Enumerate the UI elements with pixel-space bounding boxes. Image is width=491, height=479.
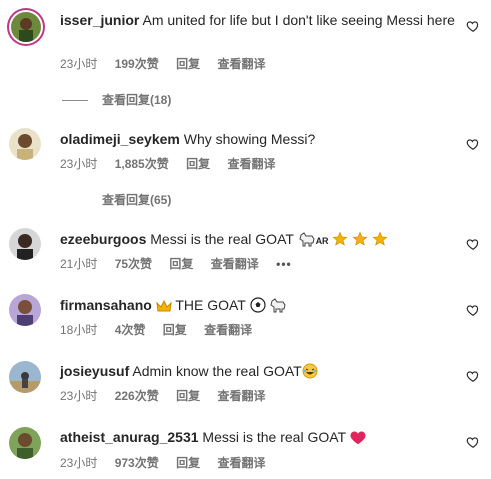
translate-button[interactable]: 查看翻译: [217, 456, 265, 470]
comment-body: Am united for life but I don't like seei…: [142, 12, 455, 28]
avatar[interactable]: [9, 361, 41, 393]
comment-likes[interactable]: 226次赞: [115, 389, 159, 403]
avatar[interactable]: [9, 427, 41, 459]
translate-button[interactable]: 查看翻译: [217, 57, 265, 71]
comment-time: 18小时: [60, 323, 98, 337]
comment-meta: 21小时 75次赞 回复 查看翻译 •••: [60, 255, 306, 272]
comment-text: isser_junior Am united for life but I do…: [60, 11, 455, 29]
heart-outline-icon[interactable]: [466, 237, 480, 251]
translate-button[interactable]: 查看翻译: [227, 157, 275, 171]
translate-button[interactable]: 查看翻译: [211, 257, 259, 271]
comment-time: 21小时: [60, 257, 98, 271]
comment-text: firmansahano THE GOAT: [60, 296, 455, 314]
view-replies-button[interactable]: 查看回复(65): [62, 191, 171, 208]
reply-button[interactable]: 回复: [176, 456, 200, 470]
comment-text: oladimeji_seykem Why showing Messi?: [60, 130, 455, 148]
comment-meta: 23小时 226次赞 回复 查看翻译: [60, 387, 279, 404]
comment-likes[interactable]: 1,885次赞: [115, 157, 169, 171]
comment-meta: 23小时 199次赞 回复 查看翻译: [60, 55, 279, 72]
comment-username[interactable]: josieyusuf: [60, 363, 129, 379]
view-replies-button[interactable]: 查看回复(18): [62, 91, 171, 108]
comment-likes[interactable]: 199次赞: [115, 57, 159, 71]
laughing-face-emoji: [302, 363, 318, 379]
view-replies-label[interactable]: 查看回复(65): [102, 193, 171, 207]
goat-emoji: [298, 232, 315, 247]
replies-divider: [62, 100, 88, 102]
reply-button[interactable]: 回复: [163, 323, 187, 337]
reply-button[interactable]: 回复: [176, 57, 200, 71]
comment-time: 23小时: [60, 456, 98, 470]
comment-time: 23小时: [60, 389, 98, 403]
comment-text: ezeeburgoos Messi is the real GOAT AR: [60, 230, 455, 250]
comment-body: THE GOAT: [175, 297, 246, 313]
comment-body: Messi is the real GOAT: [202, 429, 346, 445]
avatar[interactable]: [9, 228, 41, 260]
translate-button[interactable]: 查看翻译: [217, 389, 265, 403]
comment-likes[interactable]: 4次赞: [115, 323, 146, 337]
avatar[interactable]: [11, 12, 41, 42]
comment-meta: 23小时 1,885次赞 回复 查看翻译: [60, 155, 289, 172]
comment-text: atheist_anurag_2531 Messi is the real GO…: [60, 428, 455, 446]
translate-button[interactable]: 查看翻译: [204, 323, 252, 337]
comment-body: Admin know the real GOAT: [132, 363, 302, 379]
heart-outline-icon[interactable]: [466, 303, 480, 317]
heart-outline-icon[interactable]: [466, 137, 480, 151]
star-emoji: [372, 231, 388, 246]
red-heart-emoji: [350, 431, 366, 445]
star-emoji: [352, 231, 368, 246]
goat-emoji: [270, 298, 286, 313]
star-emoji: [332, 231, 348, 246]
crown-emoji: [156, 299, 172, 312]
comment-likes[interactable]: 75次赞: [115, 257, 152, 271]
comment-meta: 18小时 4次赞 回复 查看翻译: [60, 321, 266, 338]
avatar[interactable]: [9, 128, 41, 160]
soccer-ball-emoji: [249, 297, 266, 313]
reply-button[interactable]: 回复: [169, 257, 193, 271]
view-replies-label[interactable]: 查看回复(18): [102, 93, 171, 107]
heart-outline-icon[interactable]: [466, 369, 480, 383]
comment-text: josieyusuf Admin know the real GOAT: [60, 362, 455, 380]
heart-outline-icon[interactable]: [466, 19, 480, 33]
comment-username[interactable]: atheist_anurag_2531: [60, 429, 199, 445]
comment-time: 23小时: [60, 157, 98, 171]
heart-outline-icon[interactable]: [466, 435, 480, 449]
comment-time: 23小时: [60, 57, 98, 71]
comment-meta: 23小时 973次赞 回复 查看翻译: [60, 454, 279, 471]
comment-username[interactable]: oladimeji_seykem: [60, 131, 180, 147]
reply-button[interactable]: 回复: [176, 389, 200, 403]
comment-body: Why showing Messi?: [183, 131, 316, 147]
goat-suffix: AR: [315, 236, 329, 246]
comment-likes[interactable]: 973次赞: [115, 456, 159, 470]
avatar[interactable]: [9, 294, 41, 326]
comment-username[interactable]: isser_junior: [60, 12, 139, 28]
reply-button[interactable]: 回复: [186, 157, 210, 171]
more-options-button[interactable]: •••: [276, 257, 292, 271]
comment-username[interactable]: ezeeburgoos: [60, 231, 146, 247]
comment-body: Messi is the real GOAT: [150, 231, 294, 247]
comment-username[interactable]: firmansahano: [60, 297, 152, 313]
